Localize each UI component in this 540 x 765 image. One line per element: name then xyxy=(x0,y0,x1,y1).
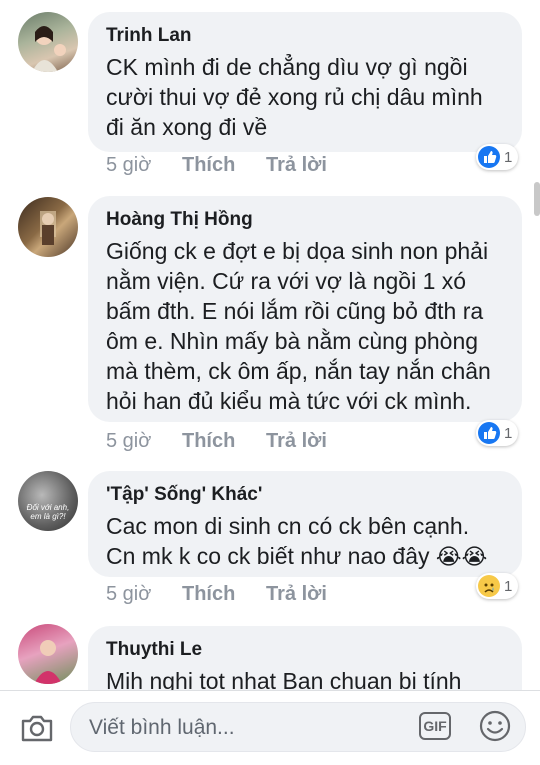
comment-bubble: Thuythi Le Mih nghi tot nhat Ban chuan b… xyxy=(88,626,522,690)
crying-emoji: 😭😭 xyxy=(435,545,488,570)
comment-author[interactable]: Thuythi Le xyxy=(106,638,508,662)
comment-text-content: Cac mon di sinh cn có ck bên cạnh. Cn mk… xyxy=(106,513,470,569)
comment-text: Giống ck e đợt e bị dọa sinh non phải nằ… xyxy=(106,238,491,414)
comment-bubble: 'Tập' Sống' Khác' Cac mon di sinh cn có … xyxy=(88,471,522,577)
like-button[interactable]: Thích xyxy=(182,583,235,606)
comment-input[interactable]: Viết bình luận... GIF xyxy=(70,702,526,752)
reaction-count: 1 xyxy=(504,148,513,166)
reaction-summary[interactable]: 1 xyxy=(476,573,519,599)
comment-bubble: Hoàng Thị Hồng Giống ck e đợt e bị dọa s… xyxy=(88,196,522,422)
comment-feed: Trinh Lan CK mình đi de chẳng dìu vợ gì … xyxy=(0,0,540,690)
sad-icon xyxy=(478,575,500,597)
like-button[interactable]: Thích xyxy=(182,430,235,453)
reply-button[interactable]: Trả lời xyxy=(266,583,327,606)
reaction-count: 1 xyxy=(504,424,513,442)
comment-author[interactable]: Hoàng Thị Hồng xyxy=(106,208,508,232)
like-button[interactable]: Thích xyxy=(182,154,235,177)
like-icon xyxy=(478,422,500,444)
emoji-icon[interactable] xyxy=(478,709,512,743)
avatar-caption: Đối với anh, em là gì?! xyxy=(26,503,70,521)
reaction-summary[interactable]: 1 xyxy=(476,144,519,170)
avatar[interactable] xyxy=(18,12,78,72)
avatar[interactable] xyxy=(18,624,78,684)
reply-button[interactable]: Trả lời xyxy=(266,430,327,453)
like-icon xyxy=(478,146,500,168)
reaction-count: 1 xyxy=(504,577,513,595)
avatar[interactable]: Đối với anh, em là gì?! xyxy=(18,471,78,531)
comment-text: CK mình đi de chẳng dìu vợ gì ngồi cười … xyxy=(106,54,483,140)
scrollbar-thumb[interactable] xyxy=(534,182,540,216)
comment-bubble: Trinh Lan CK mình đi de chẳng dìu vợ gì … xyxy=(88,12,522,152)
reaction-summary[interactable]: 1 xyxy=(476,420,519,446)
camera-icon[interactable] xyxy=(20,713,54,743)
comment-text: Cac mon di sinh cn có ck bên cạnh. Cn mk… xyxy=(106,511,508,573)
gif-button[interactable]: GIF xyxy=(419,712,451,740)
comment-author[interactable]: 'Tập' Sống' Khác' xyxy=(106,483,508,507)
comment-time[interactable]: 5 giờ xyxy=(106,583,151,606)
comment-composer: Viết bình luận... GIF xyxy=(0,690,540,765)
comment-text: Mih nghi tot nhat Ban chuan bi tính xyxy=(106,668,462,690)
comment-input-placeholder: Viết bình luận... xyxy=(89,716,235,739)
avatar[interactable] xyxy=(18,197,78,257)
comment-time[interactable]: 5 giờ xyxy=(106,430,151,453)
reply-button[interactable]: Trả lời xyxy=(266,154,327,177)
comment-author[interactable]: Trinh Lan xyxy=(106,24,508,48)
comment-time[interactable]: 5 giờ xyxy=(106,154,151,177)
